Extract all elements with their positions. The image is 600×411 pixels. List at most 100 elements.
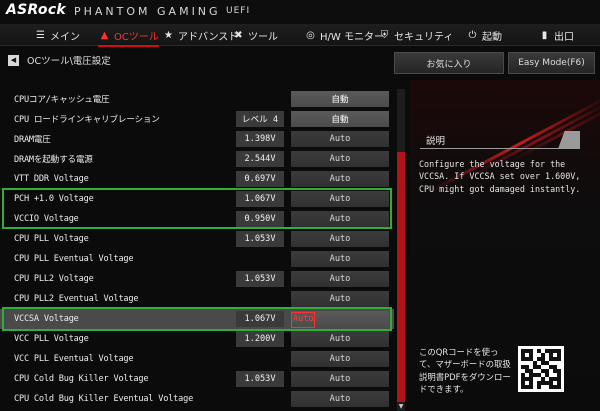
- setting-label: VCC PLL Eventual Voltage: [14, 354, 134, 364]
- setting-option-dropdown[interactable]: Auto: [291, 231, 389, 247]
- setting-label: CPU ロードラインキャリブレーション: [14, 115, 160, 125]
- nav-tab-label: OCツール: [114, 31, 159, 43]
- setting-option-dropdown[interactable]: 自動: [291, 91, 389, 107]
- setting-label: CPUコア/キャッシュ電圧: [14, 95, 110, 105]
- uefi-label: UEFI: [226, 6, 251, 16]
- nav-tab-0[interactable]: ☰ メイン: [34, 24, 80, 46]
- scrollbar-thumb[interactable]: [397, 152, 405, 402]
- setting-row[interactable]: PCH +1.0 Voltage 1.067V Auto: [0, 189, 394, 209]
- setting-current-value: 1.398V: [236, 131, 284, 147]
- setting-row[interactable]: CPU PLL2 Eventual Voltage Auto: [0, 289, 394, 309]
- setting-option-dropdown[interactable]: 自動: [291, 111, 389, 127]
- scroll-down-arrow-icon[interactable]: ▼: [397, 401, 405, 411]
- setting-label: VCCSA Voltage: [14, 314, 79, 324]
- setting-label: CPU PLL2 Eventual Voltage: [14, 294, 139, 304]
- nav-tab-6[interactable]: ⏻ 起動: [466, 24, 502, 46]
- setting-current-value: 0.697V: [236, 171, 284, 187]
- setting-current-value: 1.053V: [236, 371, 284, 387]
- description-header: 説明: [420, 131, 580, 149]
- setting-label: CPU PLL2 Voltage: [14, 274, 94, 284]
- nav-tab-1[interactable]: ▲ OCツール: [98, 24, 159, 47]
- setting-label: VCCIO Voltage: [14, 214, 79, 224]
- nav-tab-label: 出口: [554, 31, 574, 43]
- setting-option-dropdown[interactable]: Auto: [291, 291, 389, 307]
- setting-option-dropdown[interactable]: Auto: [291, 211, 389, 227]
- advanced-star-icon: ★: [164, 29, 173, 41]
- easy-mode-button[interactable]: Easy Mode(F6): [508, 52, 595, 74]
- nav-tab-label: メイン: [50, 31, 80, 43]
- setting-row[interactable]: VCC PLL Eventual Voltage Auto: [0, 349, 394, 369]
- setting-current-value: 1.053V: [236, 271, 284, 287]
- setting-label: DRAM電圧: [14, 135, 51, 145]
- setting-option-dropdown[interactable]: Auto: [291, 331, 389, 347]
- setting-row[interactable]: VCCSA Voltage 1.067V Auto: [0, 309, 394, 329]
- setting-row[interactable]: VTT DDR Voltage 0.697V Auto: [0, 169, 394, 189]
- nav-tab-2[interactable]: ★ アドバンスド: [162, 24, 238, 46]
- setting-row[interactable]: CPU PLL Eventual Voltage Auto: [0, 249, 394, 269]
- description-title: 説明: [426, 135, 446, 147]
- nav-tab-label: 起動: [482, 31, 502, 43]
- setting-row[interactable]: CPU Cold Bug Killer Voltage 1.053V Auto: [0, 369, 394, 389]
- setting-option-dropdown[interactable]: Auto: [291, 311, 389, 328]
- setting-row[interactable]: VCC PLL Voltage 1.200V Auto: [0, 329, 394, 349]
- setting-row[interactable]: CPUコア/キャッシュ電圧 自動: [0, 89, 394, 109]
- setting-row[interactable]: DRAMを起動する電源 2.544V Auto: [0, 149, 394, 169]
- setting-label: CPU PLL Eventual Voltage: [14, 254, 134, 264]
- header-tab-decoration: [558, 131, 580, 149]
- setting-row[interactable]: VCCIO Voltage 0.950V Auto: [0, 209, 394, 229]
- oc-tweaker-icon: ▲: [100, 29, 109, 41]
- setting-label: PCH +1.0 Voltage: [14, 194, 94, 204]
- setting-row[interactable]: CPU PLL2 Voltage 1.053V Auto: [0, 269, 394, 289]
- setting-option-dropdown[interactable]: Auto: [291, 351, 389, 367]
- breadcrumb: ◀ OCツール\電圧設定: [8, 53, 111, 67]
- tool-icon: ✖: [234, 29, 243, 41]
- back-button[interactable]: ◀: [8, 54, 19, 66]
- setting-current-value: レベル 4: [236, 111, 284, 127]
- power-icon: ⏻: [468, 29, 477, 41]
- qr-code-image: [518, 346, 564, 392]
- setting-option-dropdown[interactable]: Auto: [291, 391, 389, 407]
- phantom-gaming-title: PHANTOM GAMING: [74, 5, 221, 18]
- setting-current-value: 2.544V: [236, 151, 284, 167]
- setting-current-value: 1.053V: [236, 231, 284, 247]
- breadcrumb-path: OCツール\電圧設定: [27, 56, 111, 67]
- nav-tab-5[interactable]: ⛨ セキュリティ: [378, 24, 454, 46]
- setting-label: CPU Cold Bug Killer Eventual Voltage: [14, 394, 194, 404]
- setting-option-dropdown[interactable]: Auto: [291, 271, 389, 287]
- setting-label: VCC PLL Voltage: [14, 334, 89, 344]
- setting-option-dropdown[interactable]: Auto: [291, 171, 389, 187]
- setting-row[interactable]: DRAM電圧 1.398V Auto: [0, 129, 394, 149]
- setting-current-value: 1.067V: [236, 311, 284, 327]
- setting-row[interactable]: CPU PLL Voltage 1.053V Auto: [0, 229, 394, 249]
- nav-tab-label: ツール: [248, 31, 278, 43]
- nav-tab-3[interactable]: ✖ ツール: [232, 24, 278, 46]
- description-text: Configure the voltage for the VCCSA. If …: [419, 159, 581, 194]
- qr-caption: このQRコードを使って、マザーボードの取扱説明書PDFをダウンロードできます。: [419, 347, 511, 395]
- setting-label: DRAMを起動する電源: [14, 155, 93, 165]
- setting-current-value: 1.067V: [236, 191, 284, 207]
- setting-option-dropdown[interactable]: Auto: [291, 151, 389, 167]
- setting-current-value: 1.200V: [236, 331, 284, 347]
- favorites-button[interactable]: お気に入り: [394, 52, 504, 74]
- main-nav-bar: ☰ メイン ▲ OCツール ★ アドバンスド ✖ ツール ◎ H/W モニター ⛨ セキュリティ ⏻ 起動…: [0, 24, 600, 47]
- setting-row[interactable]: CPU ロードラインキャリブレーション レベル 4 自動: [0, 109, 394, 129]
- top-header: ASRock PHANTOM GAMING UEFI: [0, 0, 600, 24]
- hw-monitor-icon: ◎: [306, 29, 315, 41]
- setting-current-value: 0.950V: [236, 211, 284, 227]
- main-menu-icon: ☰: [36, 29, 45, 41]
- setting-option-dropdown[interactable]: Auto: [291, 371, 389, 387]
- nav-tab-7[interactable]: ▮ 出口: [538, 24, 574, 46]
- setting-option-dropdown[interactable]: Auto: [291, 251, 389, 267]
- exit-icon: ▮: [541, 29, 548, 41]
- asrock-logo: ASRock: [6, 2, 67, 18]
- nav-tab-label: アドバンスド: [178, 31, 239, 43]
- setting-label: VTT DDR Voltage: [14, 174, 89, 184]
- nav-tab-label: セキュリティ: [394, 31, 454, 43]
- setting-row[interactable]: CPU Cold Bug Killer Eventual Voltage Auto: [0, 389, 394, 409]
- security-shield-icon: ⛨: [380, 29, 389, 41]
- setting-option-dropdown[interactable]: Auto: [291, 131, 389, 147]
- nav-tab-label: H/W モニター: [320, 31, 384, 43]
- nav-tab-4[interactable]: ◎ H/W モニター: [304, 24, 384, 46]
- setting-option-dropdown[interactable]: Auto: [291, 191, 389, 207]
- setting-label: CPU PLL Voltage: [14, 234, 89, 244]
